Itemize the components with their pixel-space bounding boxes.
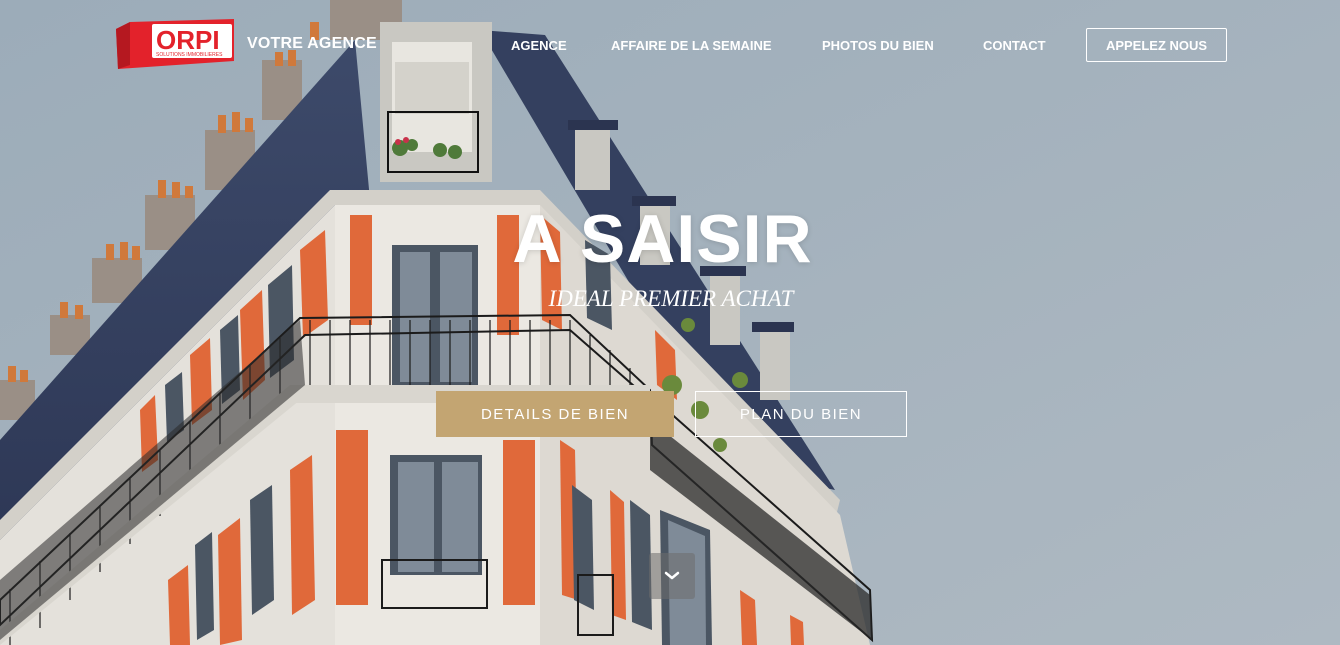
hero-headline: A SAISIR	[512, 201, 813, 277]
top-navigation: ORPI SOLUTIONS IMMOBILIERES VOTRE AGENCE…	[0, 0, 1340, 88]
nav-item-agence[interactable]: AGENCE	[511, 38, 567, 53]
scroll-down-button[interactable]	[649, 553, 695, 599]
nav-item-photos-du-bien[interactable]: PHOTOS DU BIEN	[822, 38, 934, 53]
property-details-button[interactable]: DETAILS DE BIEN	[436, 391, 674, 437]
hero-section: ORPI SOLUTIONS IMMOBILIERES VOTRE AGENCE…	[0, 0, 1340, 645]
logo-tagline: SOLUTIONS IMMOBILIERES	[156, 52, 223, 58]
call-us-button[interactable]: APPELEZ NOUS	[1086, 28, 1227, 62]
brand-title[interactable]: VOTRE AGENCE	[247, 35, 377, 53]
logo-text: ORPI	[156, 25, 220, 55]
hero-subheadline: IDEAL PREMIER ACHAT	[548, 286, 794, 311]
property-plan-button[interactable]: PLAN DU BIEN	[695, 391, 907, 437]
nav-item-affaire-de-la-semaine[interactable]: AFFAIRE DE LA SEMAINE	[611, 38, 772, 53]
nav-item-contact[interactable]: CONTACT	[983, 38, 1046, 53]
building-background-image	[0, 0, 1340, 645]
orpi-logo[interactable]: ORPI SOLUTIONS IMMOBILIERES	[116, 19, 234, 69]
chevron-down-icon	[664, 571, 680, 580]
